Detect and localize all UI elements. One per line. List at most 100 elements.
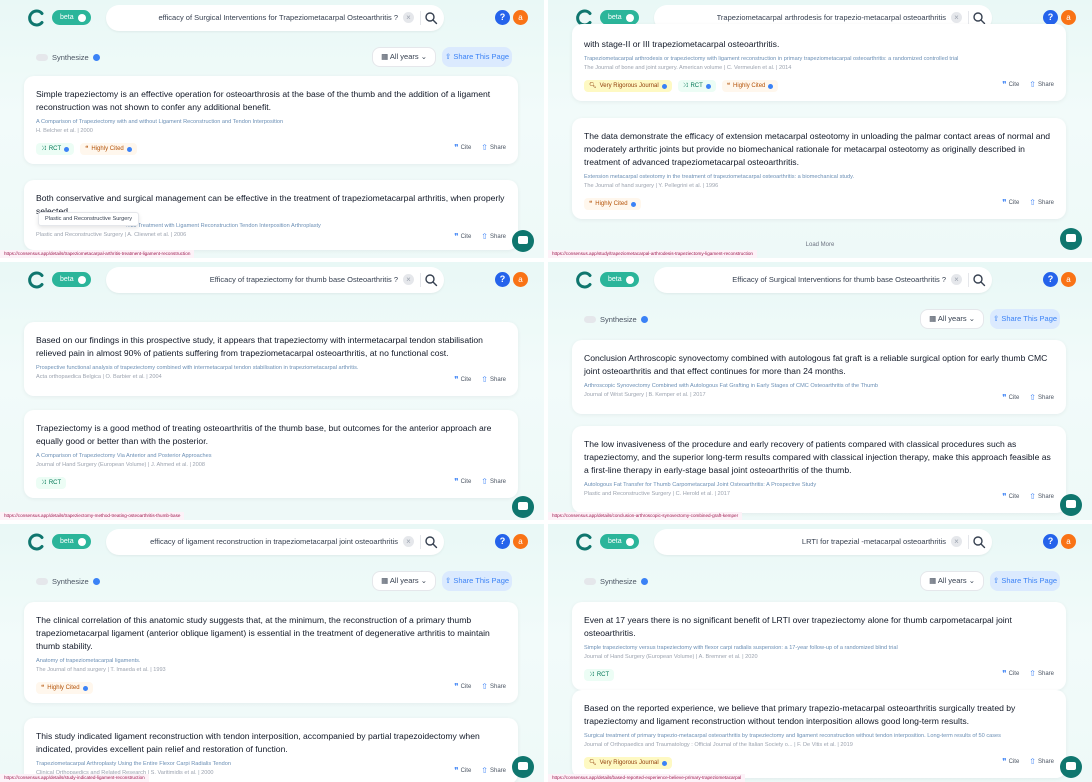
rct-badge[interactable]: ⤨ RCT xyxy=(677,80,716,92)
highly-cited-badge[interactable]: ❝ Highly Cited xyxy=(721,80,779,92)
share-button[interactable]: ⇧ Share xyxy=(481,232,506,241)
share-button[interactable]: ⇧ Share xyxy=(481,682,506,691)
result-card[interactable]: Simple trapeziectomy is an effective ope… xyxy=(24,76,518,164)
help-icon[interactable]: ? xyxy=(1043,534,1058,549)
share-page-button[interactable]: ⇧ Share This Page xyxy=(990,571,1060,591)
consensus-logo-icon[interactable] xyxy=(28,533,46,551)
clear-icon[interactable]: × xyxy=(951,274,962,285)
search-input[interactable]: Efficacy of trapeziectomy for thumb base… xyxy=(210,275,398,284)
search-bar[interactable]: efficacy of ligament reconstruction in t… xyxy=(106,529,444,555)
toggle-switch[interactable] xyxy=(36,578,48,585)
result-card[interactable]: Based on our findings in this prospectiv… xyxy=(24,322,518,396)
search-icon[interactable] xyxy=(424,535,438,549)
paper-title[interactable]: Extension metacarpal osteotomy in the tr… xyxy=(584,174,1054,180)
toggle-switch[interactable] xyxy=(36,54,48,61)
result-card[interactable]: Conclusion Arthroscopic synovectomy comb… xyxy=(572,340,1066,414)
result-card[interactable]: This study indicated ligament reconstruc… xyxy=(24,718,518,782)
highly-cited-badge[interactable]: ❝ Highly Cited xyxy=(584,198,641,210)
cite-button[interactable]: ❞ Cite xyxy=(1002,669,1019,678)
cite-button[interactable]: ❞ Cite xyxy=(1002,393,1019,402)
cite-button[interactable]: ❞ Cite xyxy=(454,143,471,152)
paper-title[interactable]: Trapeziometacarpal Arthroplasty Using th… xyxy=(36,761,506,767)
help-icon[interactable]: ? xyxy=(495,534,510,549)
years-filter[interactable]: ▦ All years ⌄ xyxy=(372,47,436,67)
clear-icon[interactable]: × xyxy=(403,536,414,547)
help-icon[interactable]: ? xyxy=(495,10,510,25)
avatar[interactable]: a xyxy=(1061,534,1076,549)
cite-button[interactable]: ❞ Cite xyxy=(454,375,471,384)
avatar[interactable]: a xyxy=(513,272,528,287)
paper-title[interactable]: Trapeziometacarpal arthrodesis or trapez… xyxy=(584,56,1054,62)
clear-icon[interactable]: × xyxy=(403,12,414,23)
years-filter[interactable]: ▦ All years ⌄ xyxy=(920,571,984,591)
search-input[interactable]: Efficacy of Surgical Interventions for t… xyxy=(732,275,946,284)
share-page-button[interactable]: ⇧ Share This Page xyxy=(990,309,1060,329)
rct-badge[interactable]: ⤨ RCT xyxy=(36,143,75,155)
search-bar[interactable]: LRTI for trapezial -metacarpal osteoarth… xyxy=(654,529,992,555)
highly-cited-badge[interactable]: ❝ Highly Cited xyxy=(80,143,137,155)
search-input[interactable]: efficacy of Surgical Interventions for T… xyxy=(158,13,398,22)
share-button[interactable]: ⇧ Share xyxy=(481,477,506,486)
result-card[interactable]: Based on the reported experience, we bel… xyxy=(572,690,1066,778)
chat-icon[interactable] xyxy=(1060,756,1082,778)
load-more-button[interactable]: Load More xyxy=(548,242,1092,248)
cite-button[interactable]: ❞ Cite xyxy=(1002,198,1019,207)
avatar[interactable]: a xyxy=(1061,10,1076,25)
highly-cited-badge[interactable]: ❝ Highly Cited xyxy=(36,682,93,694)
share-button[interactable]: ⇧ Share xyxy=(481,143,506,152)
toggle-switch[interactable] xyxy=(584,316,596,323)
rct-badge[interactable]: ⤨ RCT xyxy=(36,477,67,489)
synthesize-toggle[interactable]: Synthesize xyxy=(36,577,100,586)
rigorous-journal-badge[interactable]: 🔍︎ Very Rigorous Journal xyxy=(584,80,672,92)
chat-icon[interactable] xyxy=(1060,494,1082,516)
share-button[interactable]: ⇧ Share xyxy=(1029,669,1054,678)
chat-icon[interactable] xyxy=(512,756,534,778)
search-icon[interactable] xyxy=(972,535,986,549)
result-card[interactable]: The low invasiveness of the procedure an… xyxy=(572,426,1066,513)
paper-title[interactable]: Anatomy of trapeziometacarpal ligaments. xyxy=(36,658,506,664)
help-icon[interactable]: ? xyxy=(1043,10,1058,25)
search-icon[interactable] xyxy=(424,11,438,25)
chat-icon[interactable] xyxy=(1060,228,1082,250)
paper-title[interactable]: Surgical treatment of primary trapezio-m… xyxy=(584,733,1054,739)
search-bar[interactable]: Efficacy of Surgical Interventions for t… xyxy=(654,267,992,293)
result-card[interactable]: The clinical correlation of this anatomi… xyxy=(24,602,518,703)
result-card[interactable]: Even at 17 years there is no significant… xyxy=(572,602,1066,690)
cite-button[interactable]: ❞ Cite xyxy=(454,232,471,241)
consensus-logo-icon[interactable] xyxy=(576,271,594,289)
paper-title[interactable]: Autologous Fat Transfer for Thumb Carpom… xyxy=(584,482,1054,488)
help-icon[interactable]: ? xyxy=(495,272,510,287)
avatar[interactable]: a xyxy=(513,10,528,25)
search-icon[interactable] xyxy=(424,273,438,287)
search-icon[interactable] xyxy=(972,11,986,25)
result-card[interactable]: The data demonstrate the efficacy of ext… xyxy=(572,118,1066,219)
cite-button[interactable]: ❞ Cite xyxy=(1002,80,1019,89)
search-input[interactable]: Trapeziometacarpal arthrodesis for trape… xyxy=(717,13,946,22)
paper-title[interactable]: Prospective functional analysis of trape… xyxy=(36,365,506,371)
share-page-button[interactable]: ⇧ Share This Page xyxy=(442,47,512,67)
search-bar[interactable]: Efficacy of trapeziectomy for thumb base… xyxy=(106,267,444,293)
rct-badge[interactable]: ⤨ RCT xyxy=(584,669,615,681)
rigorous-journal-badge[interactable]: 🔍︎ Very Rigorous Journal xyxy=(584,757,672,769)
cite-button[interactable]: ❞ Cite xyxy=(1002,492,1019,501)
result-card[interactable]: with stage-II or III trapeziometacarpal … xyxy=(572,24,1066,101)
share-button[interactable]: ⇧ Share xyxy=(1029,492,1054,501)
chat-icon[interactable] xyxy=(512,230,534,252)
share-button[interactable]: ⇧ Share xyxy=(1029,198,1054,207)
cite-button[interactable]: ❞ Cite xyxy=(1002,757,1019,766)
help-icon[interactable]: ? xyxy=(1043,272,1058,287)
paper-title[interactable]: A Comparison of Trapeziectomy Via Anteri… xyxy=(36,453,506,459)
cite-button[interactable]: ❞ Cite xyxy=(454,477,471,486)
share-button[interactable]: ⇧ Share xyxy=(1029,393,1054,402)
cite-button[interactable]: ❞ Cite xyxy=(454,766,471,775)
consensus-logo-icon[interactable] xyxy=(28,271,46,289)
paper-title[interactable]: Arthroscopic Synovectomy Combined with A… xyxy=(584,383,1054,389)
clear-icon[interactable]: × xyxy=(951,536,962,547)
avatar[interactable]: a xyxy=(1061,272,1076,287)
clear-icon[interactable]: × xyxy=(403,274,414,285)
synthesize-toggle[interactable]: Synthesize xyxy=(36,53,100,62)
search-input[interactable]: efficacy of ligament reconstruction in t… xyxy=(150,537,398,546)
share-button[interactable]: ⇧ Share xyxy=(481,766,506,775)
result-card[interactable]: Trapeziectomy is a good method of treati… xyxy=(24,410,518,498)
years-filter[interactable]: ▦ All years ⌄ xyxy=(920,309,984,329)
